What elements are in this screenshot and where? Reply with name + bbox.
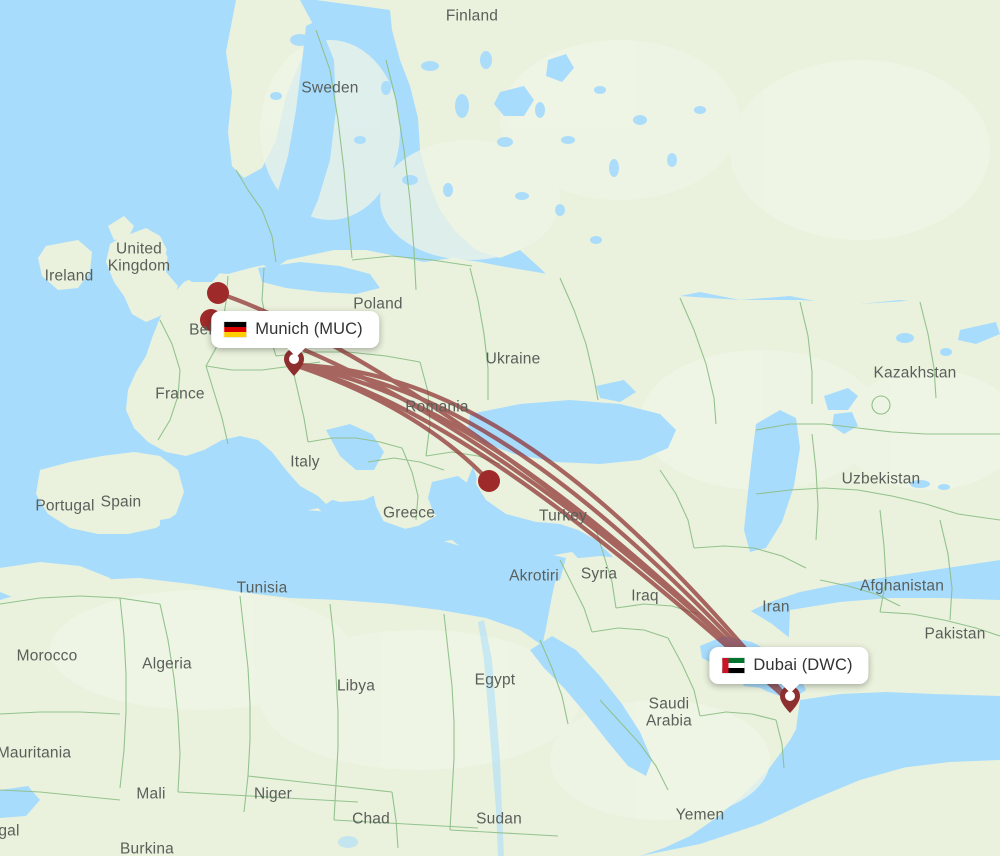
uae-flag <box>722 658 745 673</box>
germany-flag <box>224 322 247 337</box>
map-canvas <box>0 0 1000 856</box>
flight-route-map[interactable]: Finland Sweden United Kingdom Ireland Poland… <box>0 0 1000 856</box>
waypoint-dot-amsterdam[interactable] <box>207 282 229 304</box>
tooltip-label: Munich (MUC) <box>255 320 363 338</box>
tooltip-label: Dubai (DWC) <box>753 656 853 674</box>
waypoint-dot-istanbul[interactable] <box>478 470 500 492</box>
munich-airport-tooltip[interactable]: Munich (MUC) <box>211 311 379 357</box>
dubai-airport-tooltip[interactable]: Dubai (DWC) <box>709 647 869 693</box>
